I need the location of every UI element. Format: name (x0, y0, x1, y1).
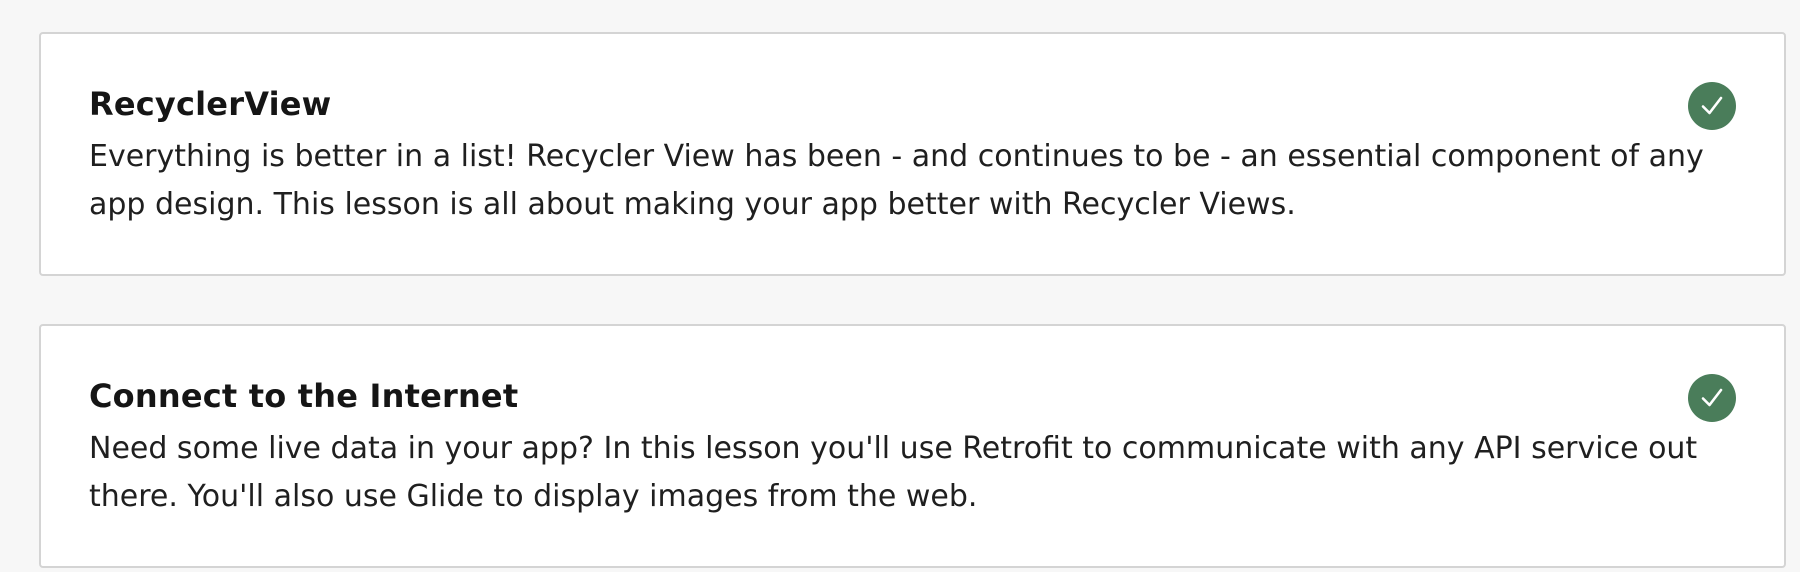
lesson-title: RecyclerView (89, 85, 332, 123)
lesson-list: RecyclerView Everything is better in a l… (0, 0, 1800, 572)
completed-check-icon (1688, 82, 1736, 130)
lesson-card-connect-to-the-internet[interactable]: Connect to the Internet Need some live d… (39, 324, 1786, 568)
lesson-description: Everything is better in a list! Recycler… (89, 139, 1704, 222)
lesson-description: Need some live data in your app? In this… (89, 431, 1698, 514)
lesson-title: Connect to the Internet (89, 377, 519, 415)
lesson-card-recyclerview[interactable]: RecyclerView Everything is better in a l… (39, 32, 1786, 276)
completed-check-icon (1688, 374, 1736, 422)
